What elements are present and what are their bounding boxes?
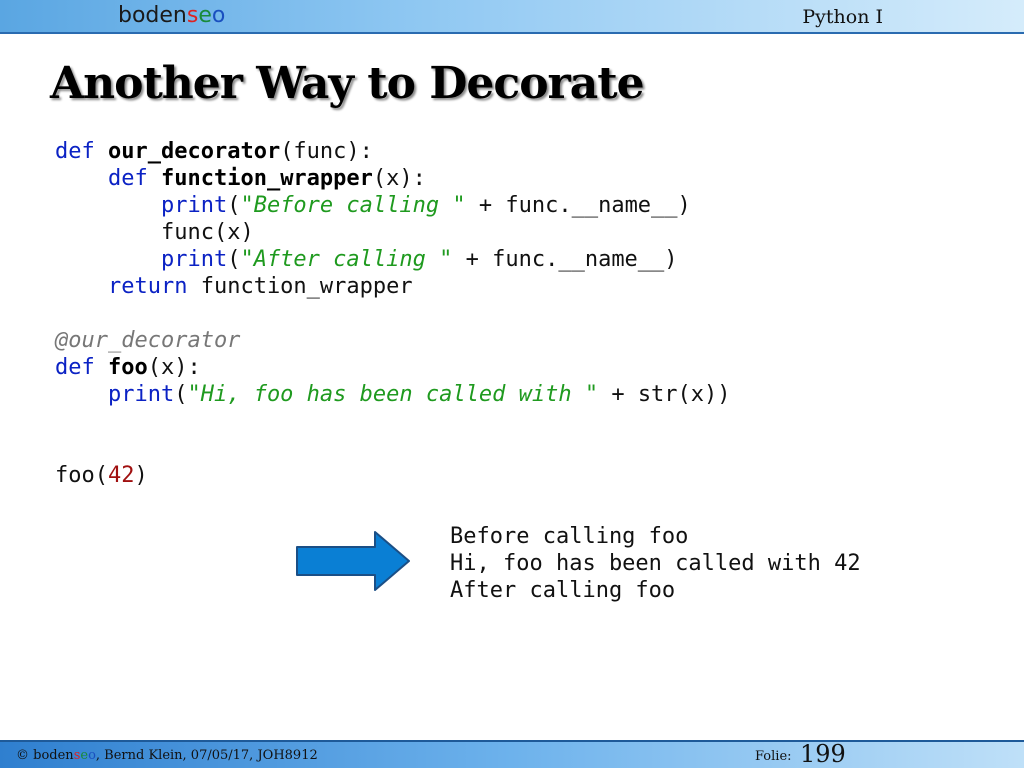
folie-label: Folie: [755,749,792,764]
output-line: After calling foo [450,578,676,603]
code-line: def function_wrapper(x): [107,166,426,191]
program-output: Before calling foo Hi, foo has been call… [450,523,861,604]
right-arrow-icon [296,531,410,591]
code-block: def our_decorator(func): def function_wr… [55,138,731,489]
code-line: print("After calling " + func.__name__) [160,247,678,272]
code-line: def foo(x): [55,355,201,380]
course-title: Python I [802,6,883,28]
footer-credits: © bodenseo, Bernd Klein, 07/05/17, JOH89… [16,748,318,763]
output-line: Before calling foo [450,524,689,549]
code-line: def our_decorator(func): [55,139,373,164]
header-bar: bodenseo Python I [0,0,1024,34]
slide-number: 199 [800,740,846,768]
bodenseo-logo: bodenseo [118,3,226,28]
footer-bar: © bodenseo, Bernd Klein, 07/05/17, JOH89… [0,740,1024,768]
code-line: @our_decorator [55,328,241,353]
code-line: func(x) [160,220,254,245]
slide-title: Another Way to Decorate [50,58,645,109]
code-line: print("Before calling " + func.__name__) [160,193,691,218]
code-line: return function_wrapper [107,274,413,299]
code-line: print("Hi, foo has been called with " + … [107,382,731,407]
output-line: Hi, foo has been called with 42 [450,551,861,576]
code-line: foo(42) [55,463,148,488]
